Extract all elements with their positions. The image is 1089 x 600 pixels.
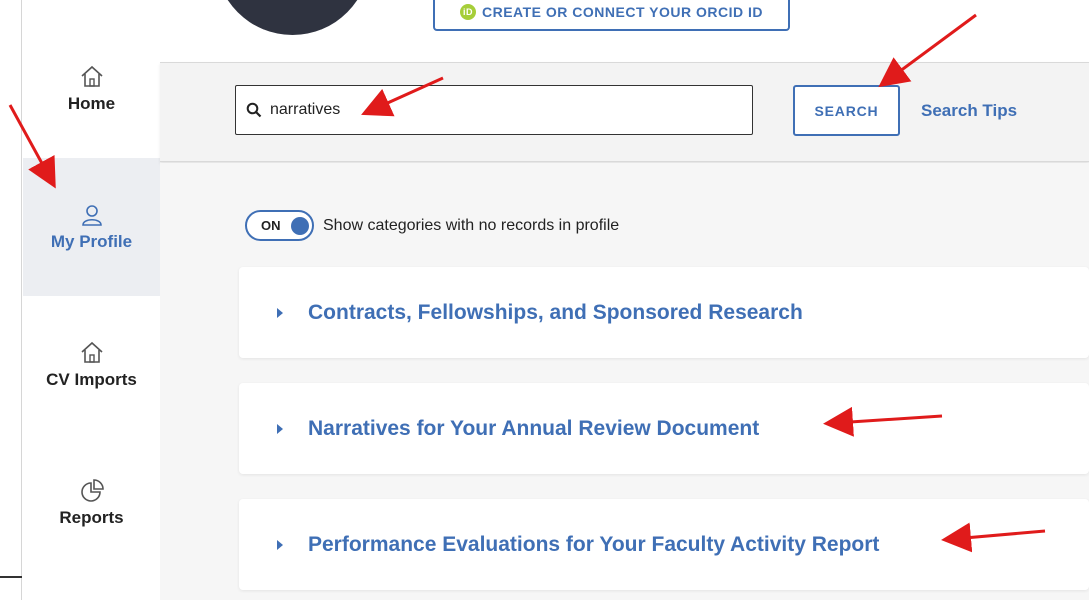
search-icon — [246, 102, 262, 118]
profile-header-card: iD CREATE OR CONNECT YOUR ORCID ID — [160, 0, 1089, 62]
expand-caret-icon — [277, 307, 283, 318]
user-icon — [81, 205, 102, 226]
search-bar-region: SEARCH Search Tips — [160, 62, 1089, 162]
sidebar-item-label: My Profile — [50, 232, 133, 251]
home-icon — [80, 65, 103, 87]
category-row-narratives[interactable]: Narratives for Your Annual Review Docume… — [239, 383, 1089, 474]
categories-panel: ON Show categories with no records in pr… — [160, 163, 1089, 600]
sidebar-item-home[interactable]: Home — [23, 20, 160, 158]
left-edge-bottom-line — [0, 576, 22, 578]
sidebar: Home My Profile CV Imports Reports — [23, 0, 160, 600]
category-title: Narratives for Your Annual Review Docume… — [308, 416, 760, 440]
toggle-description: Show categories with no records in profi… — [323, 216, 620, 234]
category-row-performance-evaluations[interactable]: Performance Evaluations for Your Faculty… — [239, 499, 1089, 590]
avatar[interactable] — [215, 0, 370, 35]
category-title: Contracts, Fellowships, and Sponsored Re… — [308, 300, 803, 324]
search-button[interactable]: SEARCH — [793, 85, 900, 136]
search-tips-link[interactable]: Search Tips — [921, 101, 1017, 121]
pie-chart-icon — [80, 479, 104, 502]
category-row-contracts[interactable]: Contracts, Fellowships, and Sponsored Re… — [239, 267, 1089, 358]
expand-caret-icon — [277, 539, 283, 550]
sidebar-item-label: Reports — [59, 508, 124, 527]
sidebar-item-my-profile[interactable]: My Profile — [23, 158, 160, 296]
show-empty-categories-row: ON Show categories with no records in pr… — [245, 210, 619, 241]
sidebar-item-label: Home — [67, 94, 116, 113]
toggle-knob — [291, 216, 309, 235]
expand-caret-icon — [277, 423, 283, 434]
sidebar-item-cv-imports[interactable]: CV Imports — [23, 296, 160, 434]
show-empty-categories-toggle[interactable]: ON — [245, 210, 314, 241]
home-icon — [80, 341, 103, 363]
left-edge-strip — [0, 0, 22, 600]
toggle-state-label: ON — [261, 218, 281, 233]
search-input[interactable] — [270, 101, 730, 119]
sidebar-item-reports[interactable]: Reports — [23, 434, 160, 572]
search-field[interactable] — [235, 85, 753, 135]
sidebar-item-label: CV Imports — [46, 370, 137, 389]
orcid-icon: iD — [460, 3, 476, 20]
category-title: Performance Evaluations for Your Faculty… — [308, 532, 880, 556]
main-content: iD CREATE OR CONNECT YOUR ORCID ID SEARC… — [160, 0, 1089, 600]
orcid-button-label: CREATE OR CONNECT YOUR ORCID ID — [482, 3, 763, 20]
orcid-connect-button[interactable]: iD CREATE OR CONNECT YOUR ORCID ID — [433, 0, 790, 31]
